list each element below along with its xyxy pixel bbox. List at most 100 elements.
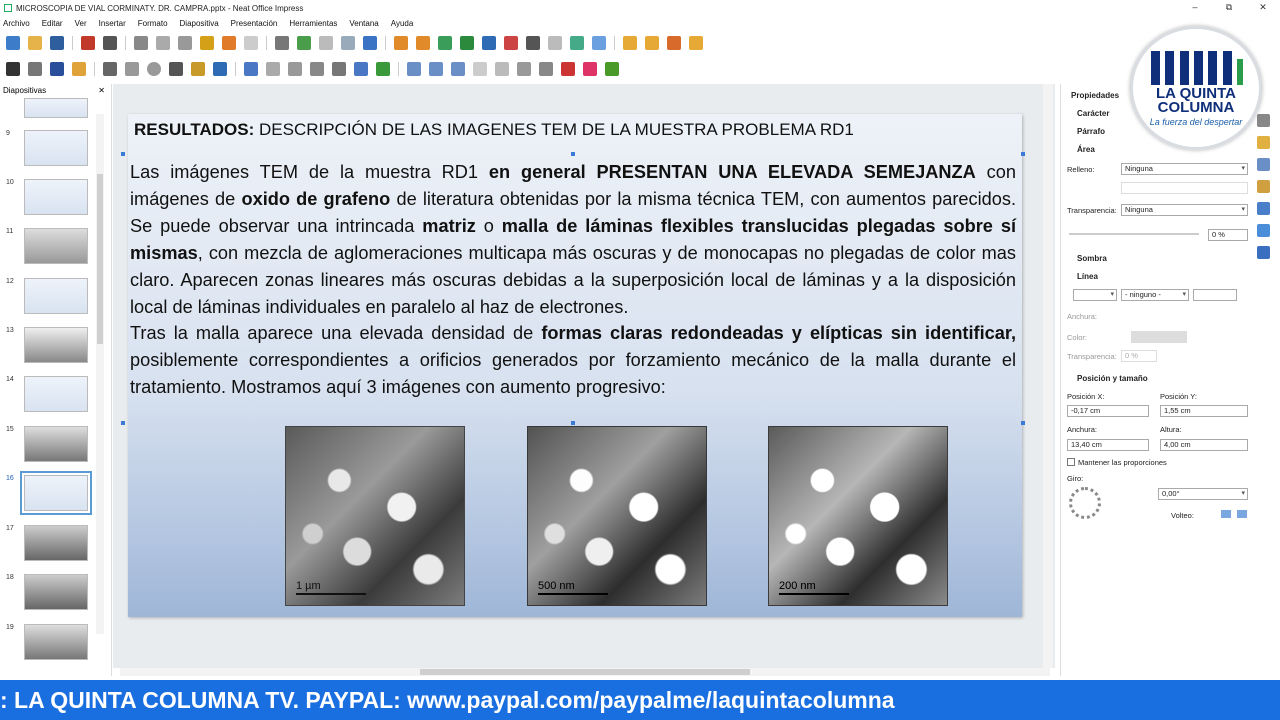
new-slide-icon[interactable] [645, 36, 659, 50]
start-first-slide-icon[interactable] [394, 36, 408, 50]
image-icon[interactable] [460, 36, 474, 50]
line-icon[interactable] [103, 62, 117, 76]
pos-y-field[interactable]: 1,55 cm [1160, 405, 1248, 417]
align-icon[interactable] [429, 62, 443, 76]
media-icon[interactable] [504, 36, 518, 50]
cut-icon[interactable] [134, 36, 148, 50]
menu-ventana[interactable]: Ventana [349, 19, 378, 28]
keep-ratio-checkbox[interactable] [1067, 458, 1075, 466]
canvas-horizontal-scrollbar[interactable] [120, 668, 1050, 676]
slide-thumbnail-10[interactable] [24, 179, 88, 215]
menu-formato[interactable]: Formato [138, 19, 168, 28]
close-button[interactable]: ✕ [1246, 0, 1280, 16]
line-transparency-field[interactable]: 0 % [1121, 350, 1157, 362]
line-color-select[interactable] [1131, 331, 1187, 343]
select-icon[interactable] [6, 62, 20, 76]
relleno-detail-select[interactable] [1121, 182, 1248, 194]
slide-thumbnail-11[interactable] [24, 228, 88, 264]
slide[interactable]: RESULTADOS: DESCRIPCIÓN DE LAS IMAGENES … [121, 114, 1025, 617]
flowchart-icon[interactable] [310, 62, 324, 76]
transparency-percent-field[interactable]: 0 % [1208, 229, 1248, 241]
slide-thumbnail-15[interactable] [24, 426, 88, 462]
text-icon[interactable] [50, 62, 64, 76]
crop-icon[interactable] [517, 62, 531, 76]
slide-panel-close-icon[interactable]: ✕ [98, 84, 105, 98]
slide-thumbnail-17[interactable] [24, 525, 88, 561]
save-icon[interactable] [50, 36, 64, 50]
ellipse-icon[interactable] [147, 62, 161, 76]
chart-icon[interactable] [482, 36, 496, 50]
text-box-icon[interactable] [526, 36, 540, 50]
menu-editar[interactable]: Editar [42, 19, 63, 28]
basic-shapes-icon[interactable] [244, 62, 258, 76]
slide-canvas[interactable]: RESULTADOS: DESCRIPCIÓN DE LAS IMAGENES … [113, 84, 1055, 668]
zoom-icon[interactable] [28, 62, 42, 76]
fill-color-icon[interactable] [72, 62, 86, 76]
height-field[interactable]: 4,00 cm [1160, 439, 1248, 451]
menu-diapositiva[interactable]: Diapositiva [180, 19, 219, 28]
paste-icon[interactable] [178, 36, 192, 50]
menu-ayuda[interactable]: Ayuda [391, 19, 414, 28]
callouts-icon[interactable] [332, 62, 346, 76]
transition-deck-icon[interactable] [1257, 246, 1270, 259]
selection-handle[interactable] [121, 421, 125, 425]
slide-thumbnail-9[interactable] [24, 98, 88, 118]
animation-deck-icon[interactable] [1257, 224, 1270, 237]
slide-thumbnail-14[interactable] [24, 376, 88, 412]
table-icon[interactable] [438, 36, 452, 50]
duplicate-slide-icon[interactable] [667, 36, 681, 50]
pos-x-field[interactable]: -0,17 cm [1067, 405, 1149, 417]
styles-deck-icon[interactable] [1257, 136, 1270, 149]
slide-thumbnail-18[interactable] [24, 574, 88, 610]
scrollbar-thumb[interactable] [97, 174, 103, 344]
arrange-icon[interactable] [451, 62, 465, 76]
maximize-button[interactable]: ⧉ [1212, 0, 1246, 16]
open-icon[interactable] [28, 36, 42, 50]
redo-icon[interactable] [244, 36, 258, 50]
line-style-select[interactable]: ▾ [1073, 289, 1117, 301]
transparency-slider[interactable] [1069, 233, 1199, 235]
flip-vertical-icon[interactable] [1221, 510, 1231, 518]
curve-icon[interactable] [191, 62, 205, 76]
slide-panel-scrollbar[interactable] [96, 114, 104, 634]
selection-handle[interactable] [1021, 421, 1025, 425]
rotation-dial[interactable] [1069, 487, 1101, 519]
tem-image-3[interactable]: 200 nm [768, 426, 948, 606]
menu-herramientas[interactable]: Herramientas [289, 19, 337, 28]
line-end-select[interactable] [1193, 289, 1237, 301]
distribute-icon[interactable] [473, 62, 487, 76]
filter-icon[interactable] [539, 62, 553, 76]
width-field[interactable]: 13,40 cm [1067, 439, 1149, 451]
special-character-icon[interactable] [548, 36, 562, 50]
connector-icon[interactable] [213, 62, 227, 76]
slide-thumbnail-9b[interactable] [24, 130, 88, 166]
selection-handle[interactable] [121, 152, 125, 156]
section-linea[interactable]: Línea [1077, 272, 1098, 281]
tem-image-1[interactable]: 1 µm [285, 426, 465, 606]
selection-handle[interactable] [571, 421, 575, 425]
grid-icon[interactable] [319, 36, 333, 50]
menu-insertar[interactable]: Insertar [99, 19, 126, 28]
spellcheck-icon[interactable] [297, 36, 311, 50]
menu-ver[interactable]: Ver [75, 19, 87, 28]
canvas-vertical-scrollbar[interactable] [1043, 84, 1053, 668]
section-caracter[interactable]: Carácter [1077, 109, 1109, 118]
draw-icon[interactable] [592, 36, 606, 50]
clone-format-icon[interactable] [200, 36, 214, 50]
points-icon[interactable] [561, 62, 575, 76]
master-slide-icon[interactable] [363, 36, 377, 50]
rectangle-icon[interactable] [125, 62, 139, 76]
copy-icon[interactable] [156, 36, 170, 50]
display-views-icon[interactable] [341, 36, 355, 50]
symbol-shapes-icon[interactable] [266, 62, 280, 76]
print-icon[interactable] [103, 36, 117, 50]
delete-slide-icon[interactable] [689, 36, 703, 50]
shadow-icon[interactable] [495, 62, 509, 76]
glue-points-icon[interactable] [583, 62, 597, 76]
master-slides-deck-icon[interactable] [1257, 202, 1270, 215]
selection-handle[interactable] [571, 152, 575, 156]
navigator-deck-icon[interactable] [1257, 180, 1270, 193]
scrollbar-thumb[interactable] [420, 669, 750, 675]
undo-icon[interactable] [222, 36, 236, 50]
3d-objects-icon[interactable] [376, 62, 390, 76]
